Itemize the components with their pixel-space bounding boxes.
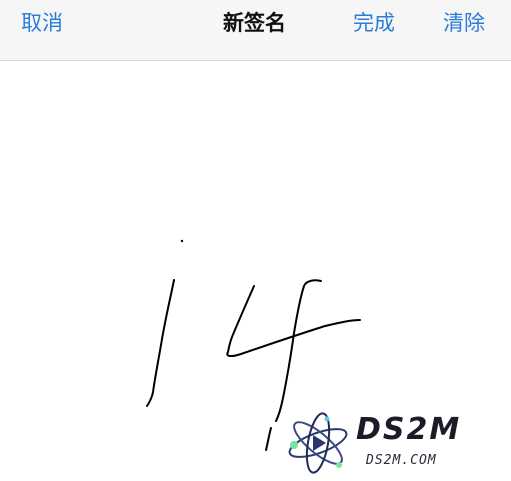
cancel-button[interactable]: 取消 xyxy=(21,10,63,36)
clear-button[interactable]: 清除 xyxy=(443,10,485,36)
page-title: 新签名 xyxy=(0,10,511,36)
signature-screen: 取消 新签名 完成 清除 DS2M DS2M.COM xyxy=(0,0,511,481)
signature-canvas[interactable] xyxy=(0,61,511,481)
done-button[interactable]: 完成 xyxy=(353,10,395,36)
page-title-text: 新签名 xyxy=(223,11,286,35)
stroke-4-tail xyxy=(265,427,272,451)
stroke-i-stem xyxy=(146,279,175,407)
stroke-4-vertical xyxy=(275,279,322,422)
stroke-4-diagonal xyxy=(226,285,361,358)
signature-ink xyxy=(146,239,361,451)
stroke-i-dot xyxy=(180,239,184,243)
navigation-bar: 取消 新签名 完成 清除 xyxy=(0,0,511,61)
